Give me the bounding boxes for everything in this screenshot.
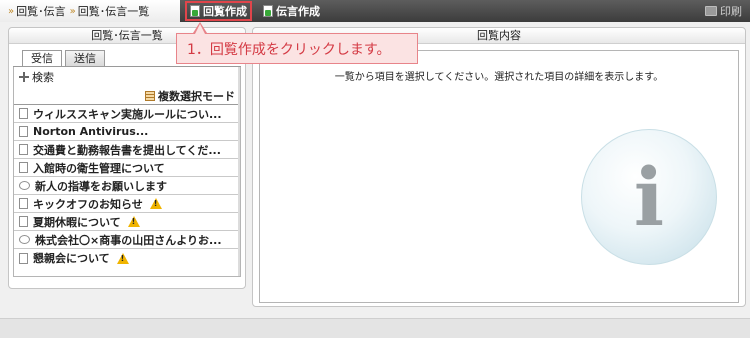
info-glyph: i: [633, 150, 665, 244]
document-icon: [19, 162, 28, 173]
list-item-label: 入館時の衛生管理について: [33, 161, 165, 175]
list-item[interactable]: Norton Antivirus...: [14, 123, 240, 141]
document-icon: [19, 126, 28, 137]
search-toggle[interactable]: 検索: [14, 67, 240, 87]
list-item-label: キックオフのお知らせ: [33, 197, 143, 211]
list-panel: 回覧･伝言一覧 受信 送信 検索 複数選択モード ウィルススキャン実施ルールにつ…: [8, 27, 246, 289]
print-label: 印刷: [720, 5, 742, 18]
warning-icon: [127, 216, 140, 227]
document-icon: [19, 108, 28, 119]
multi-select-label: 複数選択モード: [158, 89, 235, 103]
warning-icon: [116, 252, 129, 264]
tab-received[interactable]: 受信: [22, 50, 62, 66]
list-item[interactable]: 懇親会について: [14, 249, 240, 267]
list-item[interactable]: 新人の指導をお願いします: [14, 177, 240, 195]
breadcrumb-item-circulars[interactable]: » 回覧･伝言: [8, 3, 66, 19]
callout-pointer-fill: [195, 24, 205, 34]
chevron-right-icon: »: [8, 5, 15, 17]
detail-content: 一覧から項目を選択してください。選択された項目の詳細を表示します。 i: [259, 50, 739, 303]
document-icon: [19, 198, 28, 209]
instruction-callout: 1．回覧作成をクリックします。: [176, 33, 418, 64]
breadcrumb-label: 回覧･伝言: [16, 5, 66, 18]
printer-icon: [705, 6, 717, 16]
list-item-label: 新人の指導をお願いします: [35, 179, 167, 193]
list-item-label: 夏期休暇について: [33, 215, 121, 229]
tab-sent[interactable]: 送信: [65, 50, 105, 66]
instruction-text: 1．回覧作成をクリックします。: [187, 41, 391, 58]
multi-select-mode-button[interactable]: 複数選択モード: [14, 87, 240, 105]
empty-state-message: 一覧から項目を選択してください。選択された項目の詳細を表示します。: [334, 72, 664, 83]
list-item[interactable]: 夏期休暇について: [14, 213, 240, 231]
search-label: 検索: [32, 71, 54, 84]
scrollbar[interactable]: [238, 67, 240, 276]
list-item[interactable]: キックオフのお知らせ: [14, 195, 240, 213]
breadcrumb-item-list[interactable]: » 回覧･伝言一覧: [70, 3, 150, 19]
list-item-label: 株式会社〇×商事の山田さんよりお...: [35, 233, 222, 247]
speech-bubble-icon: [19, 235, 30, 244]
document-icon: [19, 252, 28, 264]
breadcrumb-label: 回覧･伝言一覧: [77, 5, 150, 18]
breadcrumb: » 回覧･伝言 » 回覧･伝言一覧: [0, 0, 180, 22]
toolbar: 回覧作成 伝言作成: [180, 0, 750, 22]
create-message-label: 伝言作成: [276, 5, 320, 18]
speech-bubble-icon: [19, 181, 30, 190]
list-item[interactable]: 入館時の衛生管理について: [14, 159, 240, 177]
new-document-icon: [263, 5, 273, 17]
list-item-label: ウィルススキャン実施ルールについ...: [33, 107, 222, 121]
list-item[interactable]: 株式会社〇×商事の山田さんよりお...: [14, 231, 240, 249]
warning-icon: [149, 198, 162, 209]
detail-panel: 回覧内容 一覧から項目を選択してください。選択された項目の詳細を表示します。 i: [252, 27, 746, 307]
list-item-label: 交通費と勤務報告書を提出してくだ...: [33, 143, 221, 157]
create-circular-button[interactable]: 回覧作成: [185, 1, 252, 21]
message-list: 検索 複数選択モード ウィルススキャン実施ルールについ... Norton An…: [13, 67, 241, 277]
list-item-label: 懇親会について: [33, 252, 110, 265]
list-icon: [145, 90, 155, 101]
document-icon: [19, 144, 28, 155]
document-icon: [19, 216, 28, 227]
new-document-icon: [190, 5, 200, 17]
chevron-right-icon: »: [69, 5, 76, 17]
list-item[interactable]: 交通費と勤務報告書を提出してくだ...: [14, 141, 240, 159]
list-item-label: Norton Antivirus...: [33, 125, 149, 138]
create-circular-label: 回覧作成: [203, 5, 247, 18]
info-icon: i: [581, 129, 717, 265]
create-message-button[interactable]: 伝言作成: [259, 2, 324, 20]
status-strip: [0, 318, 750, 338]
print-button[interactable]: 印刷: [705, 3, 742, 19]
plus-icon: [19, 72, 29, 82]
top-bar: » 回覧･伝言 » 回覧･伝言一覧 回覧作成 伝言作成 印刷: [0, 0, 750, 22]
list-item[interactable]: ウィルススキャン実施ルールについ...: [14, 105, 240, 123]
